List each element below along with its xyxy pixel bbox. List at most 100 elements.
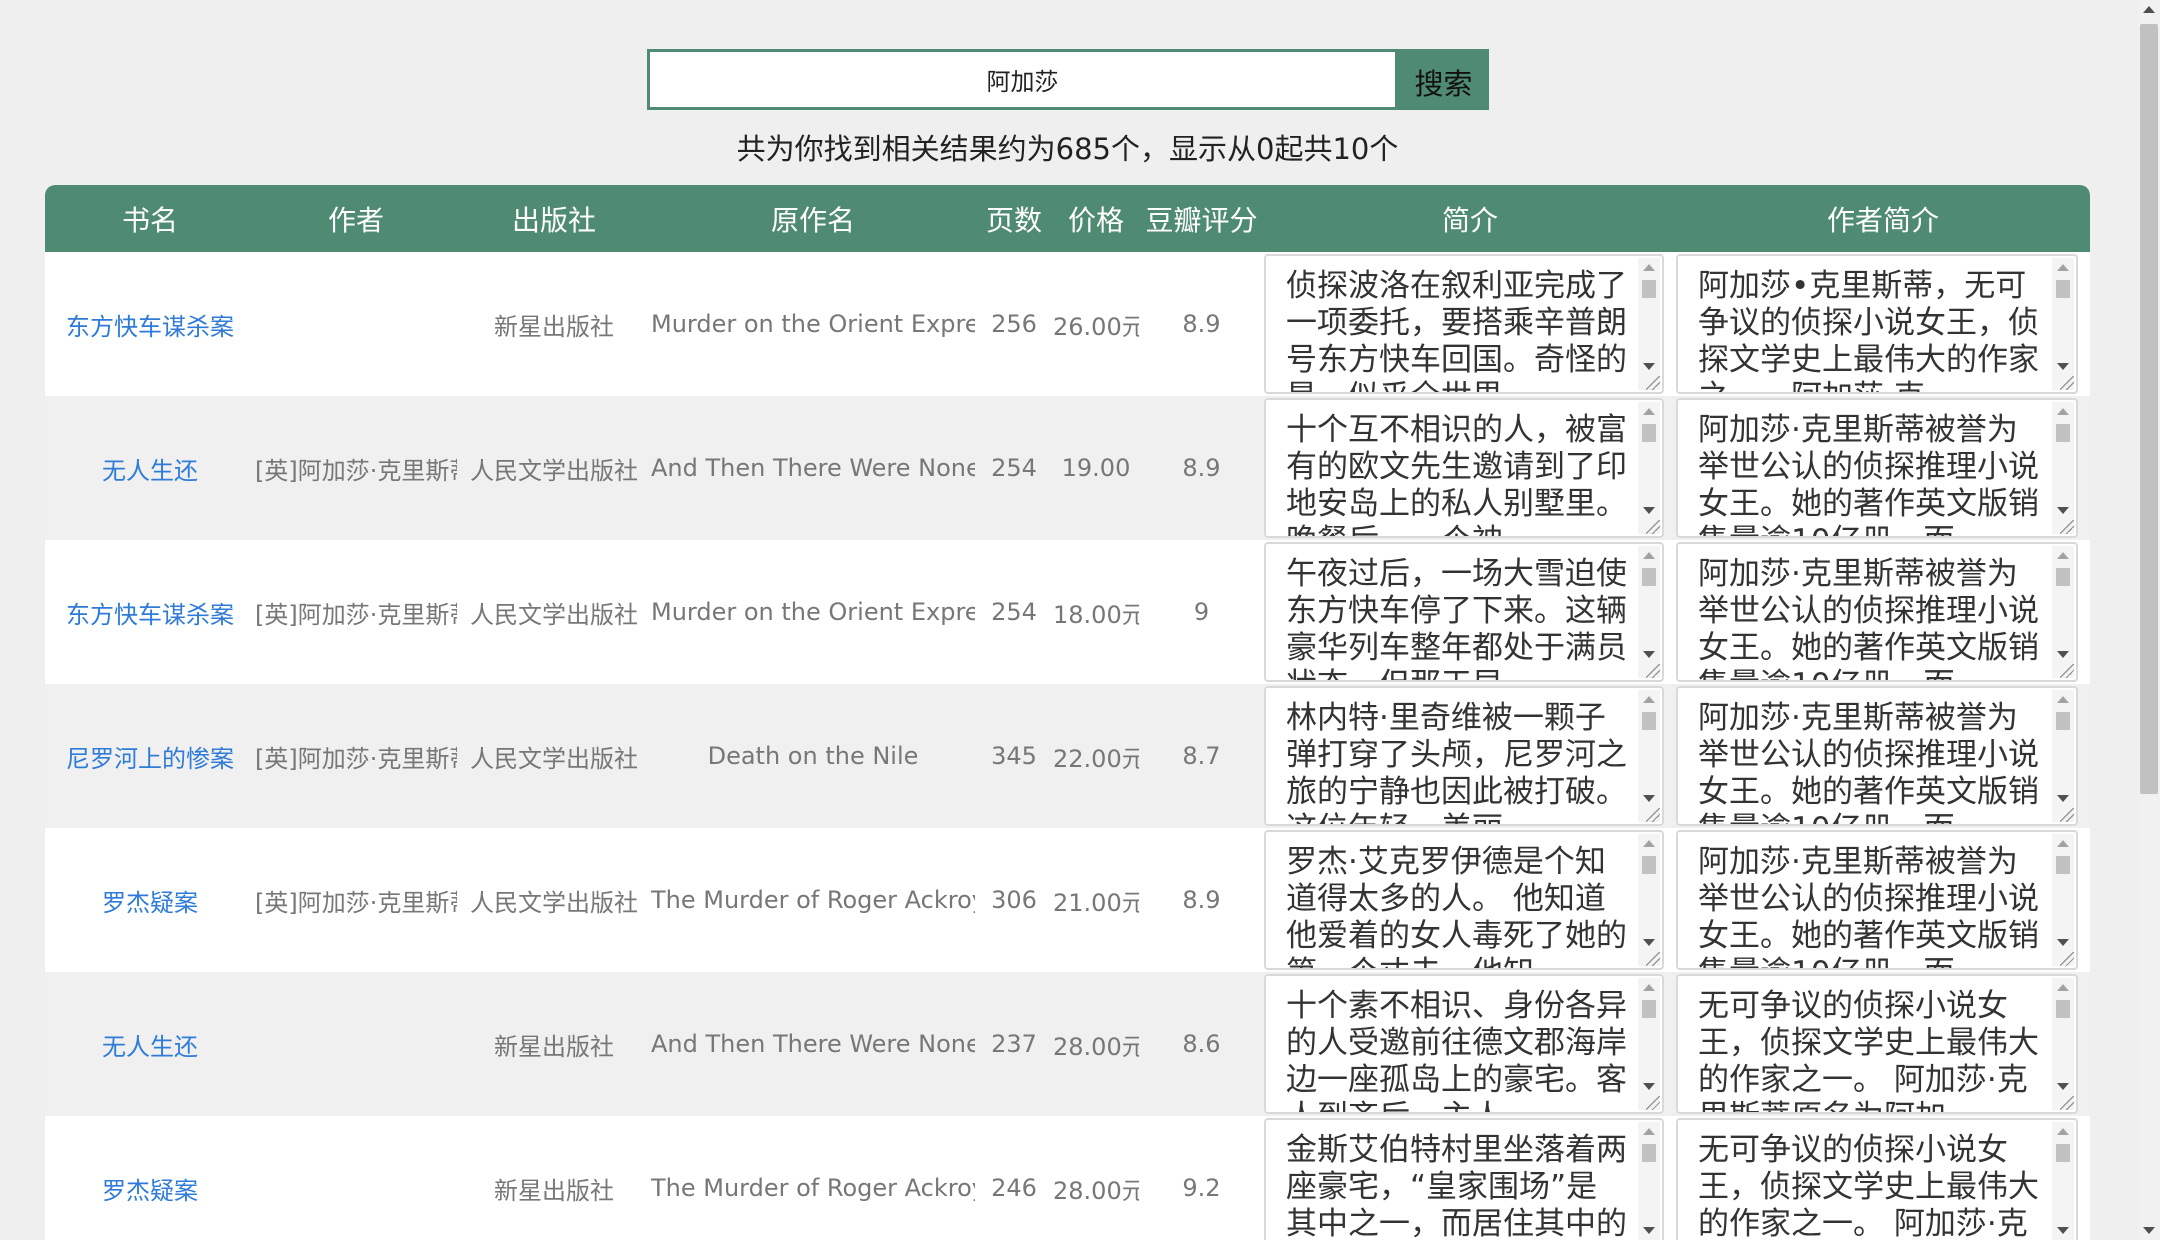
cell-original-title: Death on the Nile <box>707 742 919 770</box>
scrollbar-thumb[interactable] <box>2140 24 2158 794</box>
scroll-up-arrow-icon[interactable] <box>1643 1128 1655 1135</box>
resize-grip-icon[interactable] <box>2060 952 2074 966</box>
author-intro-textarea[interactable]: 阿加莎·克里斯蒂被誉为举世公认的侦探推理小说女王。她的著作英文版销售量逾10亿册… <box>1676 398 2078 538</box>
scrollbar-thumb[interactable] <box>1642 856 1656 874</box>
textarea-scrollbar[interactable] <box>1638 834 1660 966</box>
resize-grip-icon[interactable] <box>1646 664 1660 678</box>
scroll-down-arrow-icon[interactable] <box>2057 795 2069 802</box>
author-intro-text: 阿加莎·克里斯蒂被誉为举世公认的侦探推理小说女王。她的著作英文版销售量逾10亿册… <box>1698 412 2039 536</box>
intro-textarea[interactable]: 十个互不相识的人，被富有的欧文先生邀请到了印地安岛上的私人别墅里。晚餐后，一个神 <box>1264 398 1664 538</box>
resize-grip-icon[interactable] <box>1646 952 1660 966</box>
scrollbar-thumb[interactable] <box>2056 424 2070 442</box>
scroll-down-arrow-icon[interactable] <box>1643 651 1655 658</box>
scroll-up-arrow-icon[interactable] <box>1643 264 1655 271</box>
scrollbar-thumb[interactable] <box>1642 712 1656 730</box>
intro-textarea[interactable]: 十个素不相识、身份各异的人受邀前往德文郡海岸边一座孤岛上的豪宅。客人到齐后，主人 <box>1264 974 1664 1114</box>
book-title-link[interactable]: 罗杰疑案 <box>102 1177 198 1205</box>
intro-textarea[interactable]: 林内特·里奇维被一颗子弹打穿了头颅，尼罗河之旅的宁静也因此被打破。这位年轻、美丽 <box>1264 686 1664 826</box>
textarea-scrollbar[interactable] <box>2052 402 2074 534</box>
scroll-down-arrow-icon[interactable] <box>2057 1083 2069 1090</box>
textarea-scrollbar[interactable] <box>1638 978 1660 1110</box>
textarea-scrollbar[interactable] <box>1638 1122 1660 1240</box>
scrollbar-thumb[interactable] <box>2056 712 2070 730</box>
book-title-link[interactable]: 无人生还 <box>102 457 198 485</box>
search-input[interactable] <box>647 49 1398 110</box>
scroll-down-arrow-icon[interactable] <box>2143 1227 2155 1234</box>
textarea-scrollbar[interactable] <box>2052 690 2074 822</box>
author-intro-textarea[interactable]: 阿加莎·克里斯蒂被誉为举世公认的侦探推理小说女王。她的著作英文版销售量逾10亿册… <box>1676 830 2078 970</box>
scroll-up-arrow-icon[interactable] <box>1643 696 1655 703</box>
scroll-up-arrow-icon[interactable] <box>2057 984 2069 991</box>
scroll-down-arrow-icon[interactable] <box>2057 363 2069 370</box>
textarea-scrollbar[interactable] <box>1638 258 1660 390</box>
textarea-scrollbar[interactable] <box>1638 690 1660 822</box>
book-title-link[interactable]: 东方快车谋杀案 <box>66 313 234 341</box>
resize-grip-icon[interactable] <box>2060 1096 2074 1110</box>
scroll-up-arrow-icon[interactable] <box>2057 1128 2069 1135</box>
textarea-scrollbar[interactable] <box>2052 258 2074 390</box>
scroll-up-arrow-icon[interactable] <box>1643 552 1655 559</box>
scroll-down-arrow-icon[interactable] <box>1643 939 1655 946</box>
resize-grip-icon[interactable] <box>2060 808 2074 822</box>
scroll-up-arrow-icon[interactable] <box>1643 408 1655 415</box>
scrollbar-thumb[interactable] <box>1642 424 1656 442</box>
book-title-link[interactable]: 罗杰疑案 <box>102 889 198 917</box>
resize-grip-icon[interactable] <box>1646 520 1660 534</box>
scrollbar-thumb[interactable] <box>1642 1144 1656 1162</box>
textarea-scrollbar[interactable] <box>1638 546 1660 678</box>
intro-textarea[interactable]: 侦探波洛在叙利亚完成了一项委托，要搭乘辛普朗号东方快车回国。奇怪的是，似乎全世界 <box>1264 254 1664 394</box>
resize-grip-icon[interactable] <box>2060 520 2074 534</box>
scrollbar-thumb[interactable] <box>2056 568 2070 586</box>
intro-cell: 十个素不相识、身份各异的人受邀前往德文郡海岸边一座孤岛上的豪宅。客人到齐后，主人 <box>1264 972 1676 1116</box>
scroll-down-arrow-icon[interactable] <box>1643 1083 1655 1090</box>
scroll-down-arrow-icon[interactable] <box>1643 507 1655 514</box>
page-scrollbar[interactable] <box>2138 0 2160 1240</box>
textarea-scrollbar[interactable] <box>2052 978 2074 1110</box>
intro-textarea[interactable]: 金斯艾伯特村里坐落着两座豪宅，“皇家围场”是其中之一，而居住其中的 <box>1264 1118 1664 1240</box>
book-title-link[interactable]: 东方快车谋杀案 <box>66 601 234 629</box>
textarea-scrollbar[interactable] <box>1638 402 1660 534</box>
resize-grip-icon[interactable] <box>1646 376 1660 390</box>
scrollbar-thumb[interactable] <box>1642 280 1656 298</box>
resize-grip-icon[interactable] <box>2060 376 2074 390</box>
scroll-down-arrow-icon[interactable] <box>1643 1227 1655 1234</box>
scroll-down-arrow-icon[interactable] <box>2057 651 2069 658</box>
author-intro-textarea[interactable]: 阿加莎•克里斯蒂，无可争议的侦探小说女王，侦探文学史上最伟大的作家之一。阿加莎·… <box>1676 254 2078 394</box>
resize-grip-icon[interactable] <box>2060 664 2074 678</box>
scroll-down-arrow-icon[interactable] <box>1643 795 1655 802</box>
book-title-link[interactable]: 无人生还 <box>102 1033 198 1061</box>
table-row: 罗杰疑案 [英]阿加莎·克里斯蒂 人民文学出版社 The Murder of R… <box>45 828 2090 972</box>
author-intro-textarea[interactable]: 无可争议的侦探小说女王，侦探文学史上最伟大的作家之一。 阿加莎·克里斯蒂原名为阿… <box>1676 974 2078 1114</box>
book-title-link[interactable]: 尼罗河上的惨案 <box>66 745 234 773</box>
scrollbar-thumb[interactable] <box>2056 1000 2070 1018</box>
author-intro-textarea[interactable]: 无可争议的侦探小说女王，侦探文学史上最伟大的作家之一。 阿加莎·克里斯蒂原名为阿… <box>1676 1118 2078 1240</box>
scrollbar-thumb[interactable] <box>2056 856 2070 874</box>
search-button[interactable]: 搜索 <box>1398 49 1489 110</box>
scrollbar-thumb[interactable] <box>1642 1000 1656 1018</box>
resize-grip-icon[interactable] <box>1646 1096 1660 1110</box>
table-row: 东方快车谋杀案 [英]阿加莎·克里斯蒂 人民文学出版社 Murder on th… <box>45 540 2090 684</box>
scroll-up-arrow-icon[interactable] <box>2057 552 2069 559</box>
scroll-up-arrow-icon[interactable] <box>1643 984 1655 991</box>
scroll-down-arrow-icon[interactable] <box>2057 507 2069 514</box>
resize-grip-icon[interactable] <box>1646 808 1660 822</box>
scroll-down-arrow-icon[interactable] <box>1643 363 1655 370</box>
scroll-up-arrow-icon[interactable] <box>2057 840 2069 847</box>
scroll-up-arrow-icon[interactable] <box>1643 840 1655 847</box>
scroll-up-arrow-icon[interactable] <box>2143 6 2155 13</box>
scroll-up-arrow-icon[interactable] <box>2057 408 2069 415</box>
scrollbar-thumb[interactable] <box>2056 1144 2070 1162</box>
intro-textarea[interactable]: 午夜过后，一场大雪迫使东方快车停了下来。这辆豪华列车整年都处于满员状态，但那天早 <box>1264 542 1664 682</box>
scroll-down-arrow-icon[interactable] <box>2057 939 2069 946</box>
scroll-up-arrow-icon[interactable] <box>2057 696 2069 703</box>
author-intro-textarea[interactable]: 阿加莎·克里斯蒂被誉为举世公认的侦探推理小说女王。她的著作英文版销售量逾10亿册… <box>1676 686 2078 826</box>
scrollbar-thumb[interactable] <box>2056 280 2070 298</box>
scrollbar-thumb[interactable] <box>1642 568 1656 586</box>
scroll-down-arrow-icon[interactable] <box>2057 1227 2069 1234</box>
textarea-scrollbar[interactable] <box>2052 1122 2074 1240</box>
textarea-scrollbar[interactable] <box>2052 834 2074 966</box>
author-intro-textarea[interactable]: 阿加莎·克里斯蒂被誉为举世公认的侦探推理小说女王。她的著作英文版销售量逾10亿册… <box>1676 542 2078 682</box>
intro-textarea[interactable]: 罗杰·艾克罗伊德是个知道得太多的人。 他知道他爱着的女人毒死了她的第一个丈夫。他… <box>1264 830 1664 970</box>
scroll-up-arrow-icon[interactable] <box>2057 264 2069 271</box>
textarea-scrollbar[interactable] <box>2052 546 2074 678</box>
